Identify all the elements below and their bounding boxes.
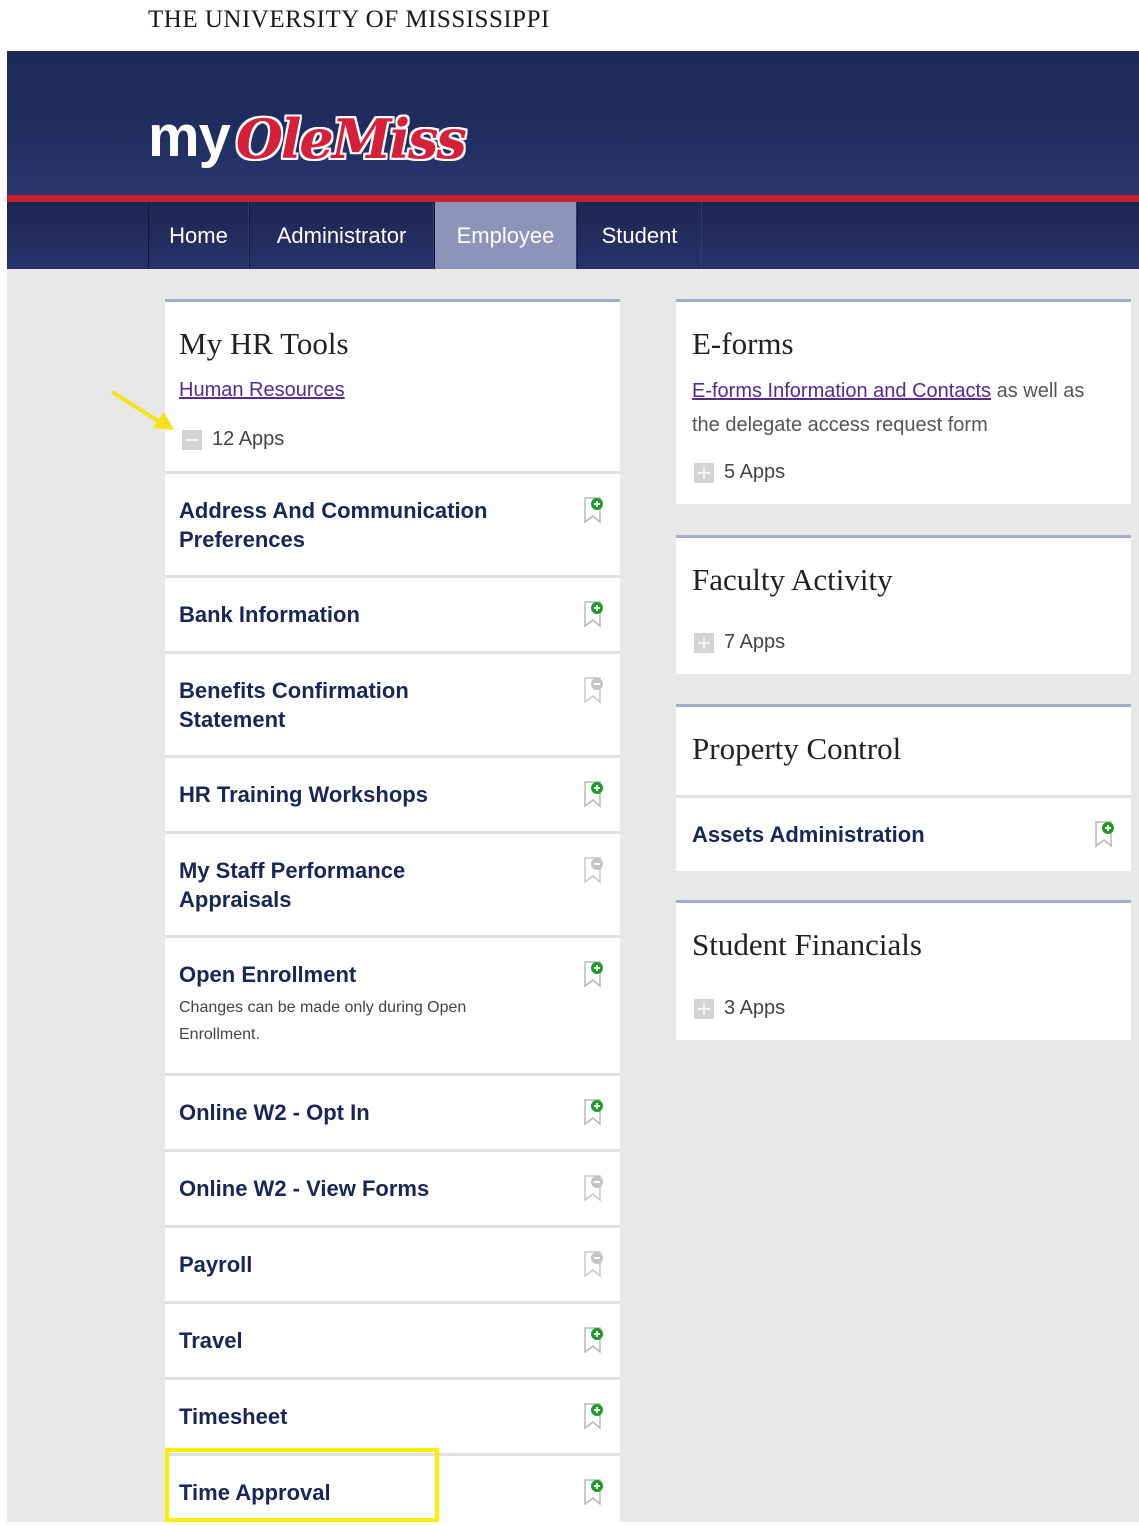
tab-administrator[interactable]: Administrator	[249, 202, 434, 269]
student-financials-title: Student Financials	[692, 927, 922, 962]
eforms-info-link[interactable]: E-forms Information and Contacts	[692, 380, 991, 402]
app-row[interactable]: HR Training Workshops	[165, 755, 620, 831]
app-title: My Staff Performance Appraisals	[179, 858, 406, 912]
hr-tools-card: My HR Tools Human Resources 12 Apps Addr…	[165, 299, 620, 1525]
add-favorite-icon[interactable]	[583, 1400, 607, 1432]
time-approval-highlight	[165, 1448, 439, 1522]
app-title: Address And Communication Preferences	[179, 498, 488, 552]
app-title: Travel	[179, 1328, 243, 1353]
app-subtitle: Changes can be made only during Open Enr…	[179, 999, 467, 1043]
app-title: HR Training Workshops	[179, 782, 428, 807]
add-favorite-icon[interactable]	[583, 494, 607, 526]
app-row[interactable]: Payroll	[165, 1225, 620, 1301]
add-favorite-icon[interactable]	[583, 1476, 607, 1508]
expand-icon	[694, 462, 714, 483]
tab-home[interactable]: Home	[148, 202, 249, 269]
university-title: THE UNIVERSITY OF MISSISSIPPI	[148, 6, 550, 33]
app-row[interactable]: Benefits Confirmation Statement	[165, 651, 620, 755]
eforms-description: E-forms Information and Contacts as well…	[692, 374, 1112, 442]
app-row[interactable]: Open Enrollment Changes can be made only…	[165, 935, 620, 1073]
eforms-apps-count: 5 Apps	[724, 461, 786, 483]
eforms-card: E-forms E-forms Information and Contacts…	[676, 299, 1131, 504]
add-favorite-icon[interactable]	[583, 778, 607, 810]
eforms-apps-toggle[interactable]: 5 Apps	[694, 461, 785, 484]
pointer-arrow-icon	[110, 390, 174, 430]
app-title: Open Enrollment	[179, 962, 357, 987]
app-title: Timesheet	[179, 1404, 288, 1429]
app-row[interactable]: Online W2 - View Forms	[165, 1149, 620, 1225]
tab-student[interactable]: Student	[577, 202, 702, 269]
remove-favorite-icon[interactable]	[583, 854, 607, 886]
hr-tools-header: My HR Tools Human Resources 12 Apps	[165, 302, 620, 471]
app-row[interactable]: Address And Communication Preferences	[165, 471, 620, 575]
logo-brand: OleMiss	[235, 107, 467, 171]
add-favorite-icon[interactable]	[583, 598, 607, 630]
app-row[interactable]: Travel	[165, 1301, 620, 1377]
hr-apps-count: 12 Apps	[212, 428, 285, 450]
myolemiss-logo[interactable]: my OleMiss	[148, 86, 467, 171]
tab-employee[interactable]: Employee	[434, 202, 577, 269]
faculty-activity-card: Faculty Activity 7 Apps	[676, 535, 1131, 674]
header-divider	[7, 195, 1139, 202]
faculty-apps-toggle[interactable]: 7 Apps	[694, 631, 785, 654]
property-control-title: Property Control	[692, 731, 902, 766]
app-title: Bank Information	[179, 602, 360, 627]
app-row[interactable]: Online W2 - Opt In	[165, 1073, 620, 1149]
app-row[interactable]: Assets Administration	[676, 795, 1131, 871]
collapse-icon	[182, 429, 202, 450]
student-financials-apps-count: 3 Apps	[724, 997, 786, 1019]
app-row[interactable]: Timesheet	[165, 1377, 620, 1453]
add-favorite-icon[interactable]	[583, 958, 607, 990]
expand-icon	[694, 632, 714, 653]
app-title: Benefits Confirmation Statement	[179, 678, 409, 732]
app-title: Online W2 - View Forms	[179, 1176, 430, 1201]
remove-favorite-icon[interactable]	[583, 1248, 607, 1280]
app-title: Assets Administration	[692, 822, 925, 847]
add-favorite-icon[interactable]	[1094, 818, 1118, 850]
add-favorite-icon[interactable]	[583, 1324, 607, 1356]
remove-favorite-icon[interactable]	[583, 674, 607, 706]
app-title: Online W2 - Opt In	[179, 1100, 370, 1125]
property-control-header: Property Control	[676, 707, 1131, 795]
hr-apps-toggle[interactable]: 12 Apps	[182, 428, 284, 451]
eforms-title: E-forms	[692, 326, 794, 361]
faculty-apps-count: 7 Apps	[724, 631, 786, 653]
remove-favorite-icon[interactable]	[583, 1172, 607, 1204]
main-nav: Home Administrator Employee Student	[148, 202, 702, 269]
add-favorite-icon[interactable]	[583, 1096, 607, 1128]
logo-prefix: my	[148, 104, 231, 169]
app-row[interactable]: My Staff Performance Appraisals	[165, 831, 620, 935]
student-financials-card: Student Financials 3 Apps	[676, 900, 1131, 1040]
expand-icon	[694, 998, 714, 1019]
student-financials-apps-toggle[interactable]: 3 Apps	[694, 997, 785, 1020]
faculty-activity-title: Faculty Activity	[692, 562, 893, 597]
human-resources-link[interactable]: Human Resources	[179, 379, 345, 402]
app-row[interactable]: Bank Information	[165, 575, 620, 651]
hr-tools-title: My HR Tools	[179, 326, 349, 361]
property-control-card: Property Control Assets Administration	[676, 704, 1131, 871]
app-title: Payroll	[179, 1252, 253, 1277]
